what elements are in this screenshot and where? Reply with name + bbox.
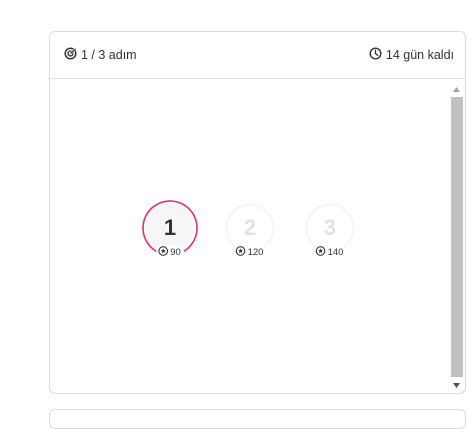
target-icon [64, 47, 81, 63]
points-value: 120 [247, 247, 264, 258]
star-badge-icon [158, 246, 170, 259]
star-badge-icon [315, 246, 328, 259]
step-1[interactable]: 1 90 [142, 200, 198, 260]
points-value: 90 [170, 247, 181, 258]
challenge-card: 1 / 3 adım 14 gün kaldı 1 90 2 120 3 140 [49, 31, 466, 394]
progress-indicator: 1 / 3 adım [64, 47, 137, 63]
scroll-down-arrow-icon[interactable] [450, 378, 463, 392]
step-2[interactable]: 2 120 [226, 204, 274, 260]
time-remaining: 14 gün kaldı [369, 47, 454, 63]
steps-area: 1 90 2 120 3 140 [50, 79, 448, 393]
next-card-edge [49, 409, 466, 429]
scroll-thumb[interactable] [451, 97, 463, 377]
scroll-up-arrow-icon[interactable] [450, 82, 463, 96]
points-value: 140 [327, 247, 344, 258]
points-badge: 140 [313, 245, 347, 260]
time-text: 14 gün kaldı [385, 48, 454, 62]
points-badge: 120 [233, 245, 267, 260]
progress-text: 1 / 3 adım [81, 48, 137, 62]
card-header: 1 / 3 adım 14 gün kaldı [50, 32, 465, 79]
star-badge-icon [235, 246, 248, 259]
clock-icon [369, 47, 386, 63]
points-badge: 90 [156, 245, 184, 260]
step-3[interactable]: 3 140 [306, 204, 354, 260]
vertical-scrollbar[interactable] [450, 82, 463, 392]
